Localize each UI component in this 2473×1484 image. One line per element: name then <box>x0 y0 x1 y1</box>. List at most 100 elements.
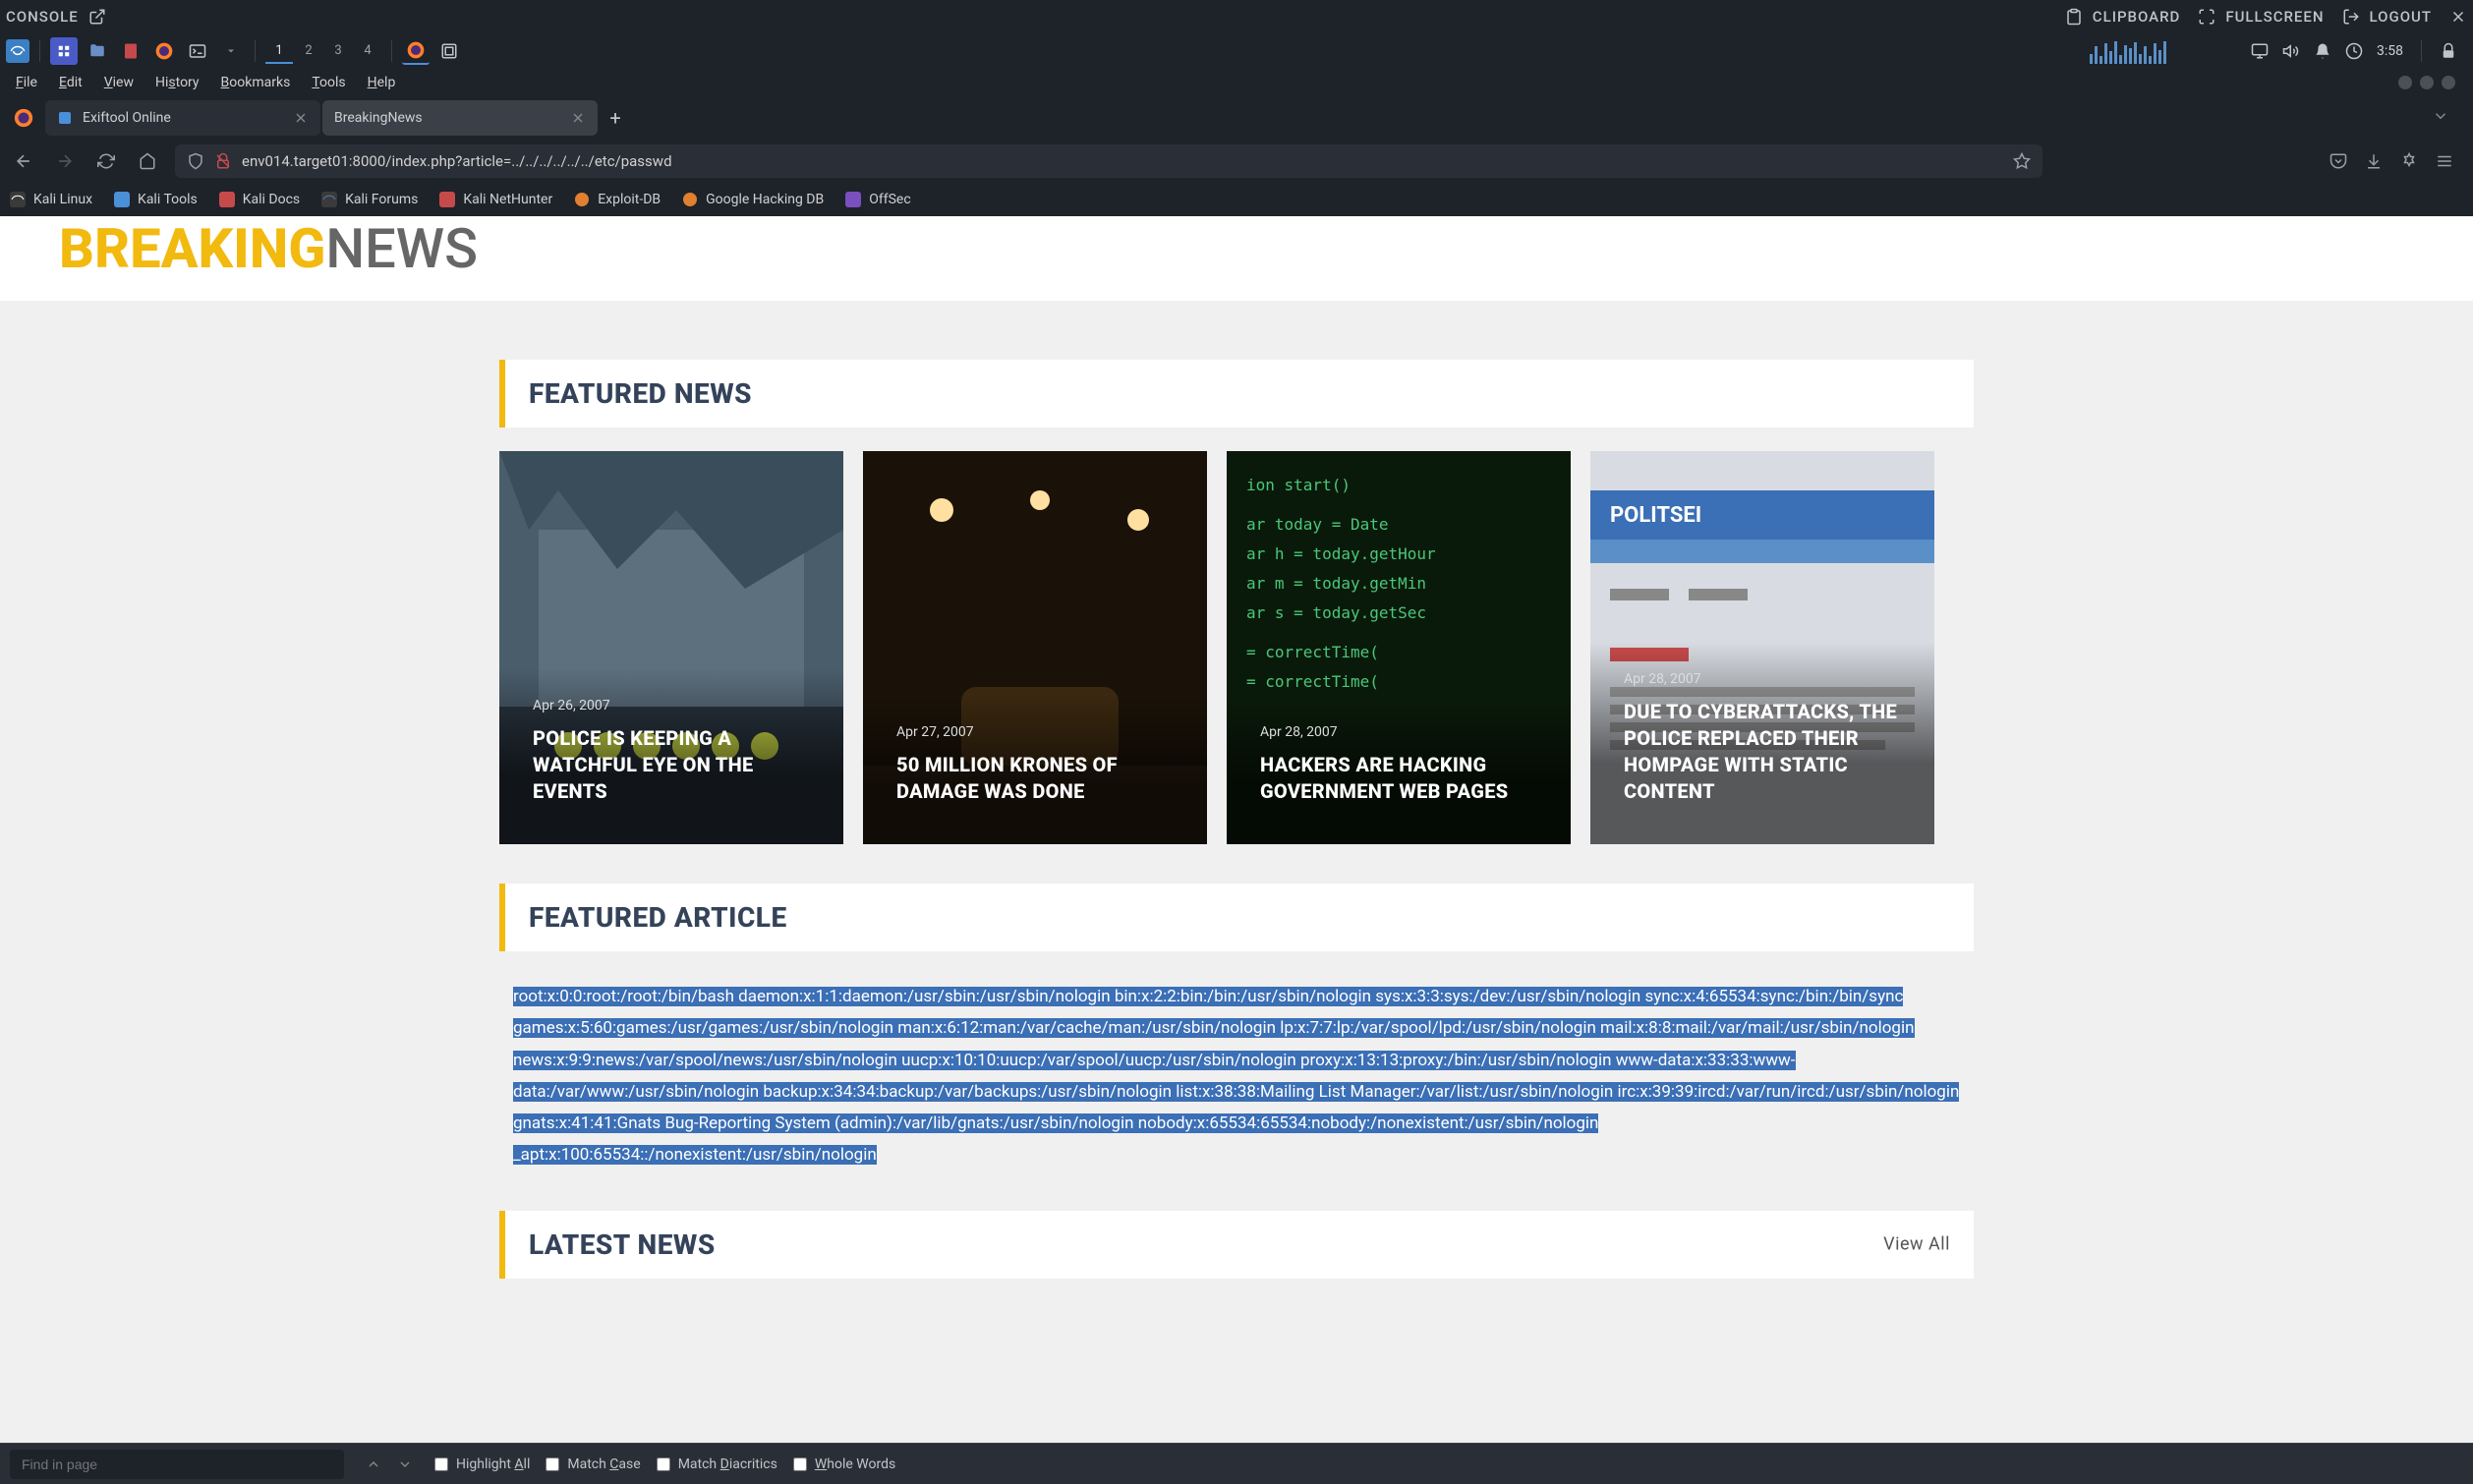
bookmark-star-icon[interactable] <box>2013 152 2031 170</box>
editor-icon[interactable] <box>117 37 144 65</box>
bookmark-kali-docs[interactable]: Kali Docs <box>219 192 300 207</box>
shield-icon[interactable] <box>187 152 204 170</box>
bookmark-ghdb[interactable]: Google Hacking DB <box>682 192 824 207</box>
tab-exiftool[interactable]: Exiftool Online <box>45 100 320 136</box>
find-next-button[interactable] <box>391 1451 419 1478</box>
firefox-home-icon[interactable] <box>4 98 43 138</box>
console-bar: CONSOLE CLIPBOARD FULLSCREEN LOGOUT <box>0 0 2473 33</box>
hamburger-menu-icon[interactable] <box>2436 152 2453 170</box>
logout-button[interactable]: LOGOUT <box>2342 8 2432 26</box>
bookmark-offsec[interactable]: OffSec <box>845 192 910 207</box>
menu-help[interactable]: Help <box>358 71 406 94</box>
url-input[interactable]: env014.target01:8000/index.php?article=.… <box>242 152 2003 170</box>
tab-title: BreakingNews <box>334 110 560 126</box>
find-input[interactable] <box>10 1450 344 1479</box>
bookmarks-bar: Kali Linux Kali Tools Kali Docs Kali For… <box>0 183 2473 216</box>
svg-text:POLITSEI: POLITSEI <box>1610 503 1701 528</box>
terminal-icon[interactable] <box>184 37 211 65</box>
clock[interactable]: 3:58 <box>2377 43 2403 59</box>
window-maximize-icon[interactable] <box>2420 76 2434 89</box>
tab-close-icon[interactable] <box>570 110 586 126</box>
page-content: BREAKINGNEWS FEATURED NEWS <box>0 216 2473 1279</box>
files-icon[interactable] <box>84 37 111 65</box>
window-minimize-icon[interactable] <box>2398 76 2412 89</box>
svg-text:= correctTime(: = correctTime( <box>1246 672 1379 691</box>
tab-close-icon[interactable] <box>293 110 309 126</box>
bookmark-kali-linux[interactable]: Kali Linux <box>10 192 92 207</box>
news-card[interactable]: Apr 26, 2007 POLICE IS KEEPING A WATCHFU… <box>499 451 843 844</box>
svg-text:ar h = today.getHour: ar h = today.getHour <box>1246 544 1436 563</box>
workspace-3[interactable]: 3 <box>324 38 352 64</box>
card-date: Apr 28, 2007 <box>1260 724 1537 740</box>
svg-text:ar m = today.getMin: ar m = today.getMin <box>1246 574 1426 593</box>
external-link-icon <box>88 8 106 26</box>
site-header: BREAKINGNEWS <box>0 216 2473 301</box>
match-case-checkbox[interactable]: Match Case <box>546 1456 640 1472</box>
whole-words-checkbox[interactable]: Whole Words <box>793 1456 895 1472</box>
bookmark-favicon-icon <box>845 192 861 207</box>
window-close-icon[interactable] <box>2442 76 2455 89</box>
view-all-link[interactable]: View All <box>1883 1234 1950 1255</box>
close-button[interactable] <box>2449 8 2467 26</box>
find-prev-button[interactable] <box>360 1451 387 1478</box>
new-tab-button[interactable]: + <box>600 102 631 134</box>
tab-breakingnews[interactable]: BreakingNews <box>322 100 598 136</box>
pocket-icon[interactable] <box>2329 152 2347 170</box>
workspace-2[interactable]: 2 <box>295 38 322 64</box>
latest-news-header: LATEST NEWS View All <box>499 1211 1974 1279</box>
bookmark-kali-nethunter[interactable]: Kali NetHunter <box>439 192 552 207</box>
article-body[interactable]: root:x:0:0:root:/root:/bin/bash daemon:x… <box>499 981 1974 1171</box>
firefox-taskbar-icon[interactable] <box>150 37 178 65</box>
svg-text:ar s = today.getSec: ar s = today.getSec <box>1246 603 1426 622</box>
menu-history[interactable]: History <box>145 71 209 94</box>
notification-icon[interactable] <box>2314 42 2331 60</box>
clipboard-button[interactable]: CLIPBOARD <box>2065 8 2181 26</box>
menu-file[interactable]: File <box>6 71 47 94</box>
forward-button[interactable] <box>51 147 79 175</box>
bookmark-favicon-icon <box>10 192 26 207</box>
extensions-icon[interactable] <box>2400 152 2418 170</box>
highlight-all-checkbox[interactable]: Highlight All <box>434 1456 530 1472</box>
back-button[interactable] <box>10 147 37 175</box>
article-text-selected: root:x:0:0:root:/root:/bin/bash daemon:x… <box>513 987 1959 1165</box>
logout-icon <box>2342 8 2360 26</box>
news-card[interactable]: POLITSEI <box>1590 451 1934 844</box>
console-label[interactable]: CONSOLE <box>6 8 106 26</box>
fullscreen-button[interactable]: FULLSCREEN <box>2198 8 2324 26</box>
menu-view[interactable]: View <box>94 71 144 94</box>
insecure-lock-icon[interactable] <box>214 152 232 170</box>
app-running-icon[interactable] <box>435 37 463 65</box>
news-card[interactable]: ion start() ar today = Date ar h = today… <box>1227 451 1571 844</box>
menu-bookmarks[interactable]: Bookmarks <box>211 71 301 94</box>
card-title: POLICE IS KEEPING A WATCHFUL EYE ON THE … <box>533 725 810 805</box>
bookmark-kali-forums[interactable]: Kali Forums <box>321 192 418 207</box>
browser-viewport: BREAKINGNEWS FEATURED NEWS <box>0 216 2473 1443</box>
workspace-1[interactable]: 1 <box>265 38 293 64</box>
bookmark-favicon-icon <box>219 192 235 207</box>
url-bar[interactable]: env014.target01:8000/index.php?article=.… <box>175 144 2042 178</box>
firefox-running-icon[interactable] <box>402 37 430 65</box>
home-button[interactable] <box>134 147 161 175</box>
dropdown-icon[interactable] <box>217 37 245 65</box>
app-launcher-icon[interactable] <box>50 37 78 65</box>
power-icon[interactable] <box>2345 42 2363 60</box>
menu-edit[interactable]: Edit <box>49 71 92 94</box>
svg-text:ar today = Date: ar today = Date <box>1246 515 1389 534</box>
bookmark-kali-tools[interactable]: Kali Tools <box>114 192 198 207</box>
chevron-down-icon[interactable] <box>2432 107 2449 125</box>
lock-icon[interactable] <box>2440 42 2457 60</box>
workspace-4[interactable]: 4 <box>354 38 381 64</box>
reload-button[interactable] <box>92 147 120 175</box>
bookmark-favicon-icon <box>682 192 698 207</box>
news-card[interactable]: Apr 27, 2007 50 MILLION KRONES OF DAMAGE… <box>863 451 1207 844</box>
match-diacritics-checkbox[interactable]: Match Diacritics <box>657 1456 777 1472</box>
downloads-icon[interactable] <box>2365 152 2383 170</box>
separator <box>2421 40 2422 62</box>
bookmark-exploit-db[interactable]: Exploit-DB <box>574 192 661 207</box>
volume-icon[interactable] <box>2282 42 2300 60</box>
kali-menu-icon[interactable] <box>6 39 29 63</box>
performance-graph[interactable] <box>2090 38 2237 64</box>
menu-tools[interactable]: Tools <box>302 71 355 94</box>
separator <box>39 40 40 62</box>
display-icon[interactable] <box>2251 42 2269 60</box>
